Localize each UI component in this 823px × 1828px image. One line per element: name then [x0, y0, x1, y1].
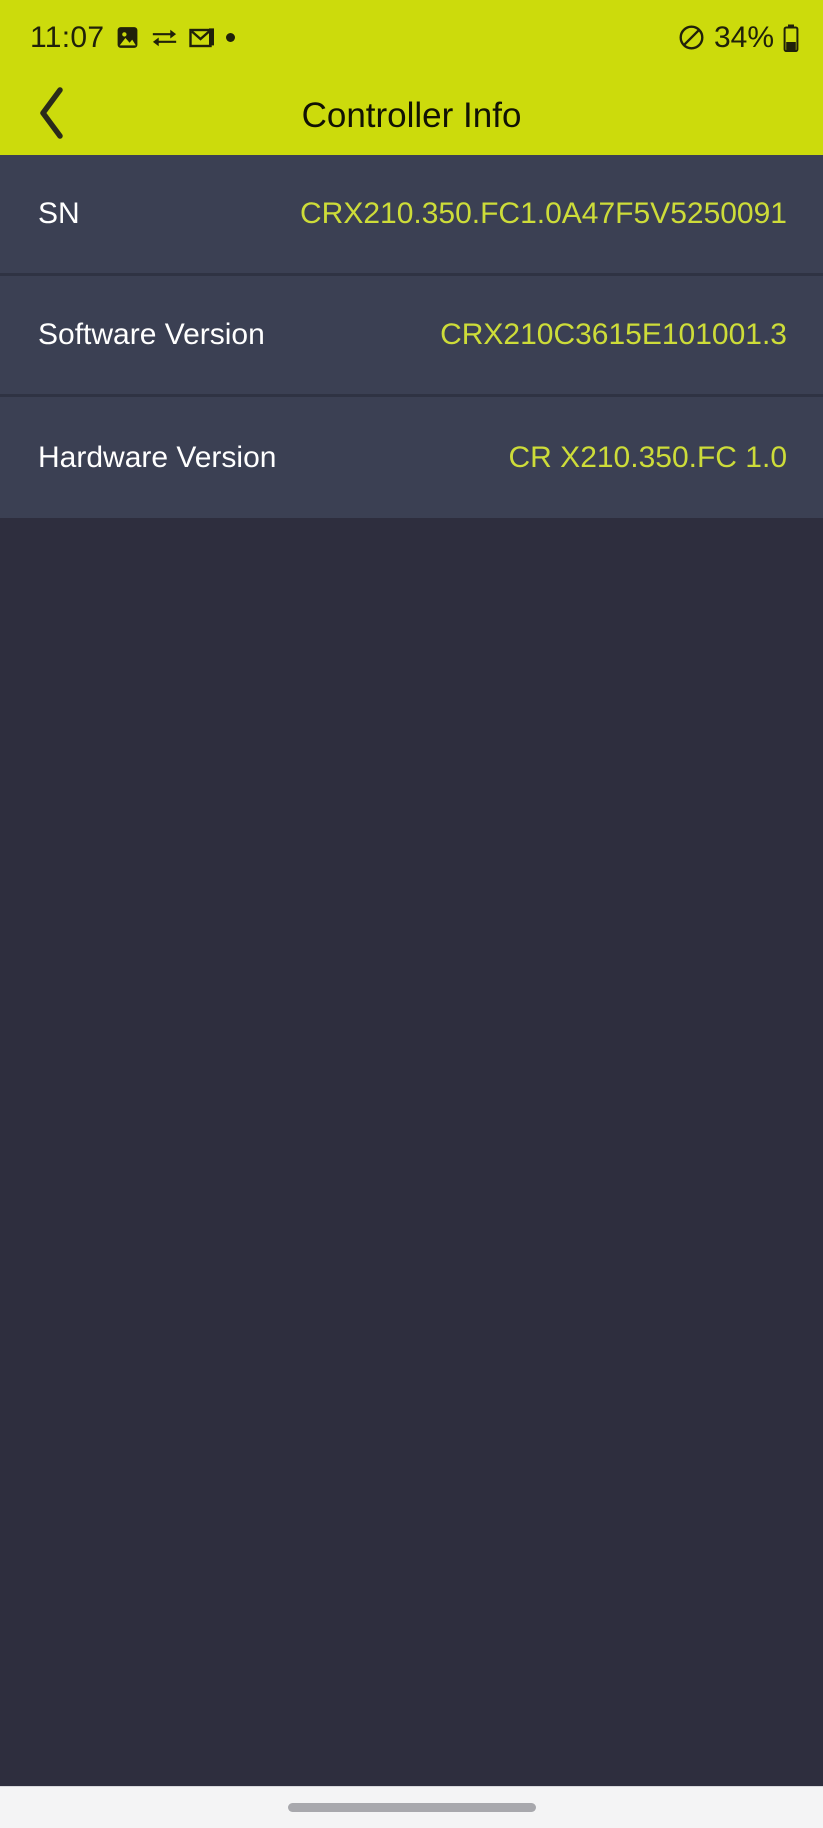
back-chevron-icon — [35, 86, 69, 145]
page-title: Controller Info — [301, 95, 522, 135]
dot-indicator-icon — [226, 33, 236, 42]
empty-content-area — [0, 518, 823, 1786]
row-value-sn: CRX210.350.FC1.0A47F5V5250091 — [299, 197, 787, 230]
data-transfer-icon — [151, 27, 178, 49]
image-icon — [115, 25, 140, 50]
app-bar: Controller Info — [0, 75, 823, 155]
app-screen: 11:07 34% Controller Info SN CRX210.350.… — [0, 0, 823, 1828]
status-bar: 11:07 34% — [0, 0, 823, 75]
back-button[interactable] — [16, 75, 88, 155]
table-row[interactable]: SN CRX210.350.FC1.0A47F5V5250091 — [0, 155, 823, 276]
table-row[interactable]: Hardware Version CR X210.350.FC 1.0 — [0, 397, 823, 518]
status-clock: 11:07 — [30, 20, 105, 54]
battery-icon — [783, 24, 799, 52]
row-value-software-version: CRX210C3615E101001.3 — [440, 318, 787, 351]
row-value-hardware-version: CR X210.350.FC 1.0 — [508, 440, 787, 474]
status-bar-left: 11:07 — [30, 20, 236, 54]
status-bar-right: 34% — [678, 20, 799, 54]
table-row[interactable]: Software Version CRX210C3615E101001.3 — [0, 276, 823, 397]
row-label-software-version: Software Version — [38, 318, 265, 351]
battery-percent-label: 34% — [713, 20, 774, 54]
row-label-sn: SN — [38, 197, 80, 230]
do-not-disturb-icon — [678, 24, 705, 51]
mail-icon — [189, 26, 215, 50]
home-gesture-pill[interactable] — [287, 1803, 536, 1812]
system-navigation-bar — [0, 1786, 823, 1828]
row-label-hardware-version: Hardware Version — [38, 440, 277, 474]
controller-info-list: SN CRX210.350.FC1.0A47F5V5250091 Softwar… — [0, 155, 823, 518]
